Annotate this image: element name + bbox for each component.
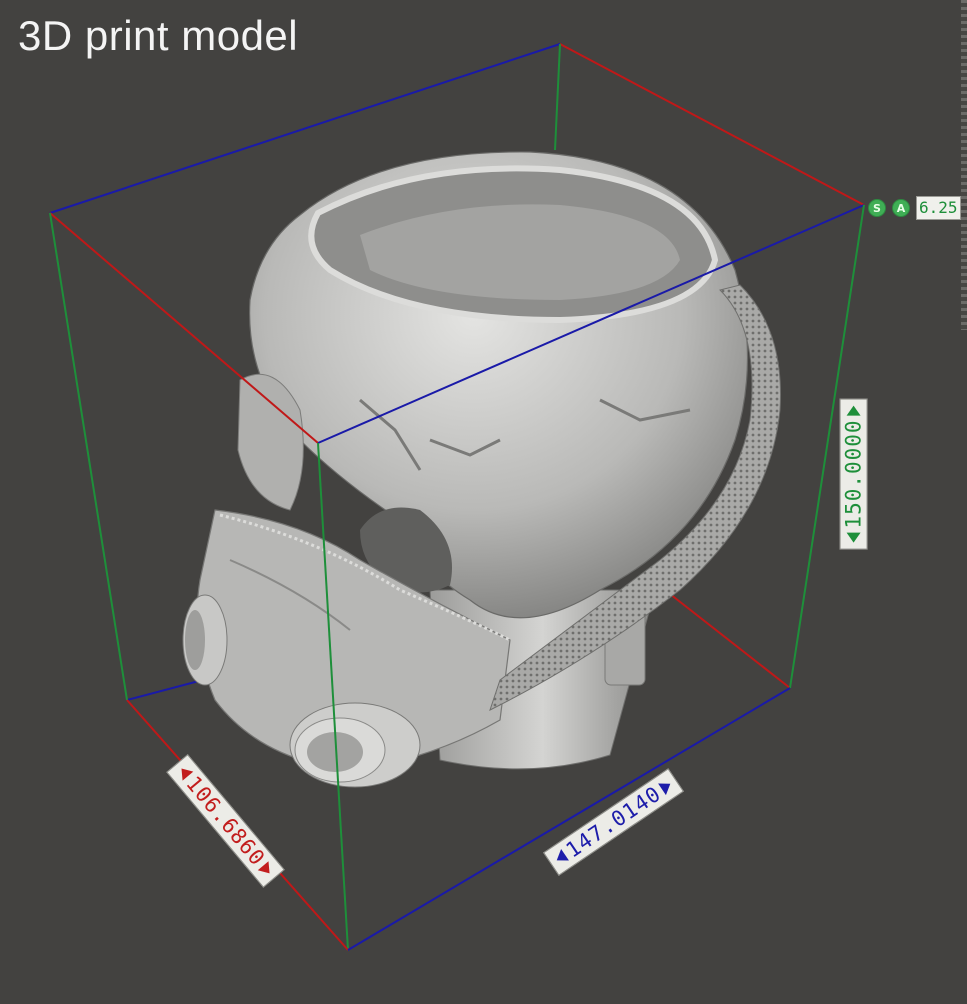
arrow-left-icon <box>552 848 569 867</box>
snap-icon[interactable]: S <box>868 199 886 217</box>
side-toolbar[interactable] <box>961 0 967 330</box>
scene-svg[interactable] <box>0 0 967 1000</box>
arrow-left-icon <box>846 532 861 543</box>
arrow-right-icon <box>257 861 276 879</box>
height-dimension-label[interactable]: 150.0000 <box>839 398 868 550</box>
3d-viewport[interactable]: 3D print model S A 6.25 106.6860 147.014… <box>0 0 967 1000</box>
snap-status-group: S A 6.25 <box>868 196 961 220</box>
angle-icon[interactable]: A <box>892 199 910 217</box>
arrow-right-icon <box>846 405 861 416</box>
arrow-right-icon <box>658 777 675 796</box>
skull-model[interactable] <box>182 151 781 788</box>
height-value: 150.0000 <box>841 419 866 529</box>
snap-value: 6.25 <box>916 196 961 220</box>
page-title: 3D print model <box>18 12 299 59</box>
